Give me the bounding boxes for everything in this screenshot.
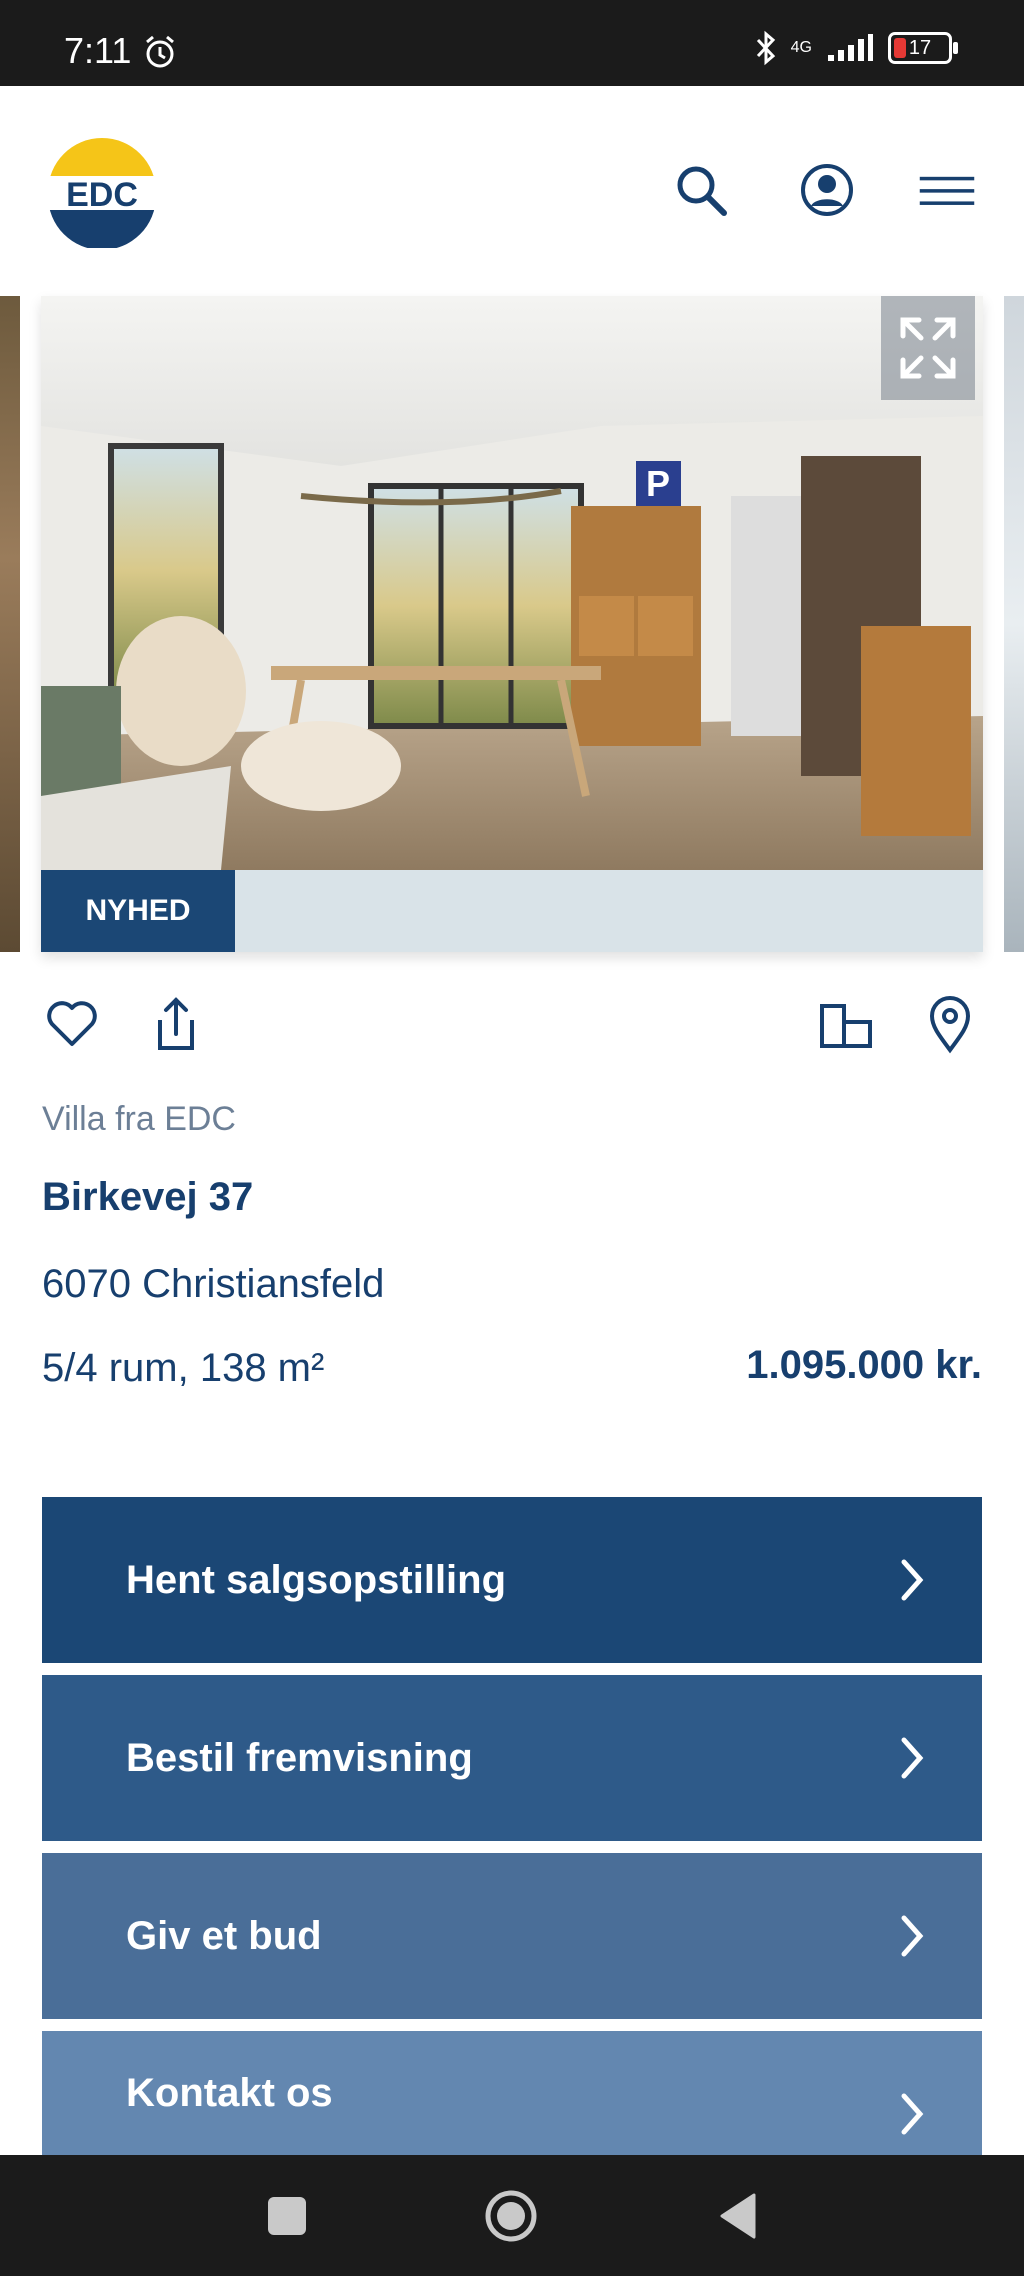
- expand-icon: [900, 317, 956, 379]
- button-label: Giv et bud: [126, 1913, 322, 1958]
- next-image-peek[interactable]: [1004, 296, 1024, 952]
- listing-street: Birkevej 37: [42, 1175, 254, 1219]
- property-photo[interactable]: P: [41, 296, 983, 870]
- listing-rooms-size: 5/4 rum, 138 m²: [42, 1346, 325, 1390]
- listing-actions: [0, 980, 1024, 1070]
- user-account-icon[interactable]: [798, 161, 856, 219]
- svg-text:P: P: [646, 463, 670, 504]
- download-sales-brochure-button[interactable]: Hent salgsopstilling: [42, 1497, 982, 1663]
- network-type: 4G: [790, 39, 812, 56]
- make-offer-button[interactable]: Giv et bud: [42, 1853, 982, 2019]
- gallery-card: P NYHED: [41, 296, 983, 952]
- status-bar: 7:11 4G 17: [0, 0, 1024, 86]
- button-label: Bestil fremvisning: [126, 1735, 473, 1780]
- battery-icon: 17: [888, 32, 958, 64]
- button-label: Hent salgsopstilling: [126, 1557, 507, 1602]
- battery-level: 17: [908, 36, 932, 59]
- chevron-right-icon: [901, 1559, 924, 1601]
- site-header: EDC: [0, 86, 1024, 294]
- alarm-icon: [146, 35, 174, 68]
- home-button[interactable]: [484, 2189, 538, 2243]
- chevron-right-icon: [901, 1737, 924, 1779]
- new-badge: NYHED: [41, 870, 235, 952]
- fullscreen-button[interactable]: [881, 296, 975, 400]
- recent-apps-button[interactable]: [268, 2197, 306, 2235]
- signal-icon: [828, 34, 873, 61]
- map-pin-icon[interactable]: [922, 994, 978, 1054]
- share-icon[interactable]: [148, 994, 204, 1054]
- contact-us-button[interactable]: Kontakt os: [42, 2031, 982, 2155]
- listing-subtitle: Villa fra EDC: [42, 1100, 236, 1138]
- heart-icon[interactable]: [44, 994, 100, 1054]
- status-time: 7:11: [64, 30, 132, 71]
- previous-image-peek[interactable]: [0, 296, 20, 952]
- listing-city: 6070 Christiansfeld: [42, 1262, 385, 1306]
- book-viewing-button[interactable]: Bestil fremvisning: [42, 1675, 982, 1841]
- search-icon[interactable]: [672, 161, 730, 219]
- button-label: Kontakt os: [126, 2070, 333, 2115]
- image-gallery[interactable]: P NYHED: [0, 294, 1024, 954]
- floorplan-icon[interactable]: [818, 994, 874, 1054]
- system-navigation-bar: [0, 2155, 1024, 2276]
- bluetooth-icon: [756, 30, 775, 66]
- chevron-right-icon: [901, 1915, 924, 1957]
- hamburger-menu-icon[interactable]: [918, 161, 976, 219]
- edc-logo[interactable]: EDC: [46, 136, 158, 248]
- back-button[interactable]: [716, 2191, 758, 2241]
- logo-text: EDC: [66, 176, 138, 214]
- listing-price: 1.095.000 kr.: [746, 1343, 982, 1387]
- chevron-right-icon: [901, 2093, 924, 2135]
